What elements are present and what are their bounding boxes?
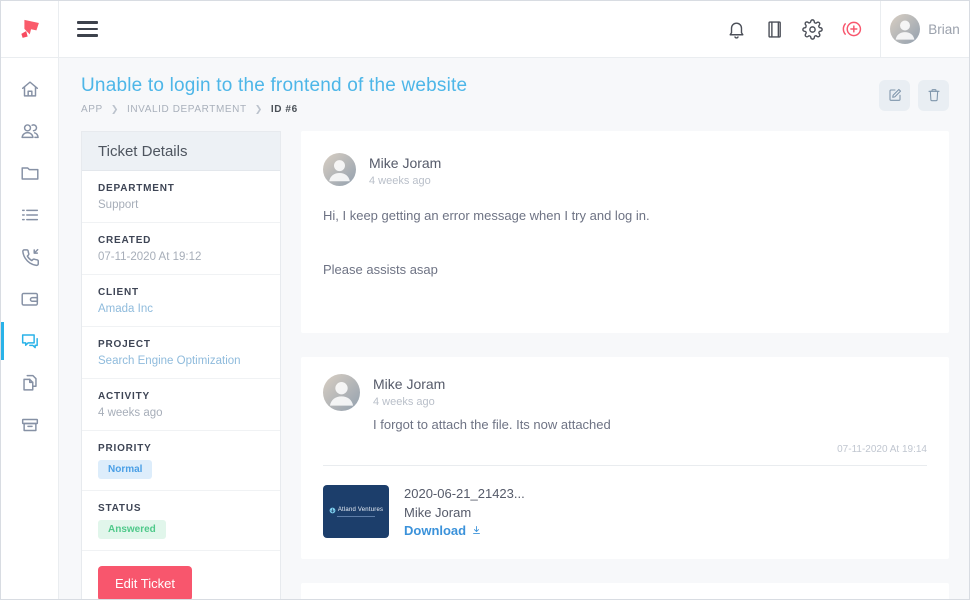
ticket-details-panel: Ticket Details DEPARTMENT Support CREATE…: [81, 131, 281, 599]
field-project: PROJECT Search Engine Optimization: [82, 327, 280, 379]
attachment-filename: 2020-06-21_21423...: [404, 486, 525, 502]
attachment-uploader: Mike Joram: [404, 505, 525, 521]
client-link[interactable]: Amada Inc: [98, 303, 264, 315]
sidebar-item-tasks[interactable]: [1, 194, 58, 236]
trash-icon: [926, 87, 942, 103]
priority-badge: Normal: [98, 460, 152, 479]
sidebar: [1, 58, 59, 599]
message-timestamp: 07-11-2020 At 19:14: [323, 444, 927, 455]
active-indicator: [1, 322, 4, 360]
edit-ticket-icon-button[interactable]: [879, 80, 910, 111]
chevron-right-icon: ❯: [255, 104, 263, 115]
message-time: 4 weeks ago: [369, 175, 441, 187]
thumbnail-text: Atland Ventures: [338, 507, 383, 513]
person-icon: [890, 14, 920, 44]
user-avatar: [890, 14, 920, 44]
message-text: Please assists asap: [323, 262, 927, 277]
app-logo[interactable]: [1, 1, 59, 57]
home-icon: [19, 78, 41, 100]
wallet-icon: [19, 288, 41, 310]
breadcrumb-app[interactable]: APP: [81, 104, 103, 115]
app-window: Brian: [0, 0, 970, 600]
menu-toggle-icon[interactable]: [71, 11, 104, 46]
settings-button[interactable]: [802, 19, 823, 40]
field-priority: PRIORITY Normal: [82, 431, 280, 491]
contacts-button[interactable]: [764, 19, 785, 40]
message-card: [301, 583, 949, 599]
edit-pencil-icon: [887, 87, 903, 103]
tickets-chat-icon: [19, 330, 41, 352]
brand-logo-icon: [16, 15, 44, 43]
person-icon: [323, 374, 360, 411]
archive-icon: [19, 414, 41, 436]
message-avatar: [323, 153, 356, 186]
decorative-line: [337, 516, 375, 517]
breadcrumb-ticket-id: ID #6: [271, 104, 298, 115]
page-header: Unable to login to the frontend of the w…: [59, 58, 969, 115]
download-arrow-icon: [470, 524, 483, 537]
phone-incoming-icon: [19, 246, 41, 268]
sidebar-item-clients[interactable]: [1, 110, 58, 152]
attachment-thumbnail[interactable]: Atland Ventures: [323, 485, 389, 538]
message-text: I forgot to attach the file. Its now att…: [373, 417, 611, 432]
list-icon: [19, 204, 41, 226]
message-time: 4 weeks ago: [373, 396, 611, 408]
gear-icon: [802, 19, 823, 40]
message-text: Hi, I keep getting an error message when…: [323, 208, 927, 223]
breadcrumb: APP ❯ INVALID DEPARTMENT ❯ ID #6: [81, 104, 467, 115]
sidebar-item-payments[interactable]: [1, 278, 58, 320]
user-name: Brian: [928, 22, 960, 37]
page-title: Unable to login to the frontend of the w…: [81, 75, 467, 97]
panel-title: Ticket Details: [82, 132, 280, 171]
download-link[interactable]: Download: [404, 523, 483, 539]
edit-ticket-button[interactable]: Edit Ticket: [98, 566, 192, 599]
user-menu[interactable]: Brian: [880, 1, 969, 57]
field-department: DEPARTMENT Support: [82, 171, 280, 223]
quick-add-button[interactable]: [840, 18, 864, 40]
attachment: Atland Ventures 2020-06-21_21423... Mike…: [323, 485, 927, 539]
company-logo-icon: [329, 507, 336, 514]
message-author: Mike Joram: [373, 376, 611, 392]
field-activity: ACTIVITY 4 weeks ago: [82, 379, 280, 431]
sidebar-item-home[interactable]: [1, 68, 58, 110]
message-card: Mike Joram 4 weeks ago I forgot to attac…: [301, 357, 949, 559]
notebook-icon: [764, 19, 785, 40]
breadcrumb-department[interactable]: INVALID DEPARTMENT: [127, 104, 247, 115]
field-client: CLIENT Amada Inc: [82, 275, 280, 327]
notifications-button[interactable]: [726, 19, 747, 40]
message-author: Mike Joram: [369, 155, 441, 171]
message-avatar: [323, 374, 360, 411]
status-badge: Answered: [98, 520, 166, 539]
sidebar-item-projects[interactable]: [1, 152, 58, 194]
sidebar-item-documents[interactable]: [1, 362, 58, 404]
delete-ticket-button[interactable]: [918, 80, 949, 111]
users-icon: [19, 120, 41, 142]
documents-icon: [19, 372, 41, 394]
message-card: Mike Joram 4 weeks ago Hi, I keep gettin…: [301, 131, 949, 333]
project-link[interactable]: Search Engine Optimization: [98, 355, 264, 367]
chevron-right-icon: ❯: [111, 104, 119, 115]
add-circle-icon: [840, 18, 864, 40]
folder-icon: [19, 162, 41, 184]
main-content: Unable to login to the frontend of the w…: [59, 58, 969, 599]
field-created: CREATED 07-11-2020 At 19:12: [82, 223, 280, 275]
topbar: Brian: [1, 1, 969, 58]
bell-icon: [726, 19, 747, 40]
message-thread: Mike Joram 4 weeks ago Hi, I keep gettin…: [301, 131, 949, 599]
person-icon: [323, 153, 356, 186]
sidebar-item-archive[interactable]: [1, 404, 58, 446]
divider: [323, 465, 927, 466]
field-status: STATUS Answered: [82, 491, 280, 551]
sidebar-item-tickets[interactable]: [1, 320, 58, 362]
sidebar-item-calls[interactable]: [1, 236, 58, 278]
